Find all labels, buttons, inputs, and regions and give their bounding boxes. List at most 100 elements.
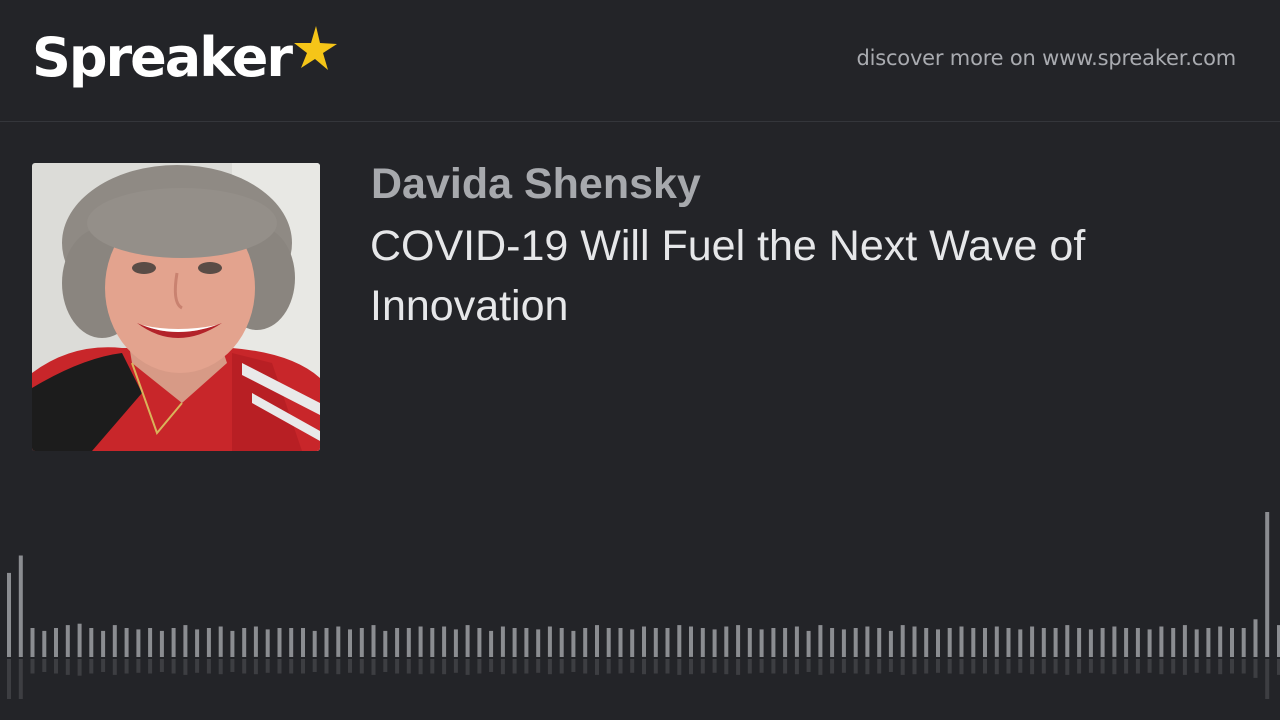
waveform-bar (783, 628, 788, 657)
waveform-bar (877, 628, 882, 657)
waveform-bar (1135, 628, 1140, 657)
audio-waveform[interactable] (0, 500, 1280, 700)
waveform-bar-reflection (312, 659, 317, 672)
waveform-bar-reflection (971, 659, 976, 674)
waveform-bar (900, 625, 905, 657)
waveform-bar (1241, 628, 1246, 657)
waveform-bar (1171, 628, 1176, 657)
waveform-bar (54, 628, 58, 657)
waveform-bar-reflection (30, 659, 35, 674)
waveform-bar (500, 626, 505, 657)
waveform-bar-reflection (736, 659, 741, 675)
waveform-bar-reflection (724, 659, 729, 675)
waveform-bar-reflection (512, 659, 517, 674)
waveform-bar-reflection (277, 659, 282, 674)
waveform-bar (665, 628, 670, 657)
waveform-bar-reflection (336, 659, 341, 675)
waveform-bar-reflection (900, 659, 905, 675)
waveform-bar-reflection (677, 659, 682, 675)
waveform-bar (1253, 619, 1258, 657)
waveform-bar-reflection (218, 659, 223, 675)
waveform-bar (806, 630, 811, 657)
waveform-bar-reflection (841, 659, 846, 673)
waveform-bar (312, 630, 317, 657)
waveform-bar (1265, 512, 1270, 657)
waveform-bar (371, 625, 376, 657)
waveform-bar-reflection (159, 659, 164, 672)
waveform-bar-reflection (865, 659, 870, 675)
waveform-bar (712, 629, 717, 657)
waveform-bar (1088, 629, 1093, 657)
waveform-bar-reflection (877, 659, 882, 674)
waveform-bar (747, 628, 752, 657)
waveform-bar-reflection (112, 659, 117, 675)
waveform-bar (724, 626, 729, 657)
waveform-bar-reflection (1112, 659, 1117, 675)
waveform-bar (89, 628, 94, 657)
waveform-bar-reflection (642, 659, 646, 675)
waveform-bar (230, 630, 235, 657)
waveform-bar-reflection (1218, 659, 1223, 675)
waveform-bar-reflection (148, 659, 153, 674)
waveform-bar-reflection (1159, 659, 1164, 675)
waveform-bar-reflection (442, 659, 447, 675)
waveform-bar-reflection (618, 659, 623, 674)
waveform-bar-reflection (1041, 659, 1046, 674)
waveform-bar-reflection (818, 659, 823, 675)
waveform-bar-reflection (418, 659, 423, 675)
waveform-bar (136, 629, 141, 657)
waveform-bar-reflection (395, 659, 400, 674)
waveform-bar-reflection (994, 659, 999, 675)
spreaker-logo[interactable]: Spreaker (32, 26, 337, 98)
waveform-bar (301, 628, 305, 657)
waveform-bar-reflection (924, 659, 929, 674)
waveform-bar-reflection (653, 659, 658, 674)
waveform-bar-reflection (1206, 659, 1211, 674)
waveform-bar-reflection (595, 659, 599, 675)
waveform-bar (571, 630, 576, 657)
waveform-bar (65, 625, 70, 657)
waveform-bar (759, 629, 764, 657)
waveform-bar (865, 626, 870, 657)
waveform-bar (653, 628, 658, 657)
waveform-bar (265, 629, 270, 657)
waveform-bar (689, 626, 693, 657)
waveform-bar-reflection (171, 659, 176, 674)
waveform-bar (677, 625, 682, 657)
waveform-bar-reflection (959, 659, 964, 675)
waveform-bar-reflection (101, 659, 106, 672)
waveform-bar (1147, 629, 1152, 657)
waveform-bar (430, 628, 435, 657)
waveform-bar-reflection (1253, 659, 1258, 678)
waveform-bar (218, 626, 223, 657)
waveform-bar-reflection (1124, 659, 1129, 674)
waveform-bar-reflection (1065, 659, 1070, 675)
waveform-bar (442, 626, 447, 657)
episode-title: COVID-19 Will Fuel the Next Wave of Inno… (370, 222, 1086, 330)
waveform-bar-reflection (430, 659, 435, 674)
waveform-bar (736, 625, 741, 657)
discover-more-link[interactable]: discover more on www.spreaker.com (856, 46, 1236, 70)
waveform-bar (1218, 626, 1223, 657)
star-icon (294, 26, 337, 70)
waveform-bar (1041, 628, 1046, 657)
waveform-bar (406, 628, 411, 657)
waveform-bar-reflection (359, 659, 364, 674)
waveform-bar-reflection (1171, 659, 1176, 674)
waveform-bar (124, 628, 129, 657)
waveform-bar (1182, 625, 1187, 657)
waveform-bar-reflection (1230, 659, 1234, 674)
header: Spreaker discover more on www.spreaker.c… (0, 0, 1280, 122)
waveform-bar-reflection (195, 659, 200, 673)
waveform-bar (794, 626, 799, 657)
waveform-bar (595, 625, 599, 657)
waveform-bar-reflection (42, 659, 47, 672)
waveform-bar (547, 626, 552, 657)
waveform-bar (1065, 625, 1070, 657)
waveform-bar (559, 628, 564, 657)
waveform-bar-reflection (794, 659, 799, 675)
waveform-bar-reflection (936, 659, 940, 673)
waveform-bar (1112, 626, 1117, 657)
waveform-bar-reflection (301, 659, 305, 674)
waveform-bar-reflection (571, 659, 576, 672)
